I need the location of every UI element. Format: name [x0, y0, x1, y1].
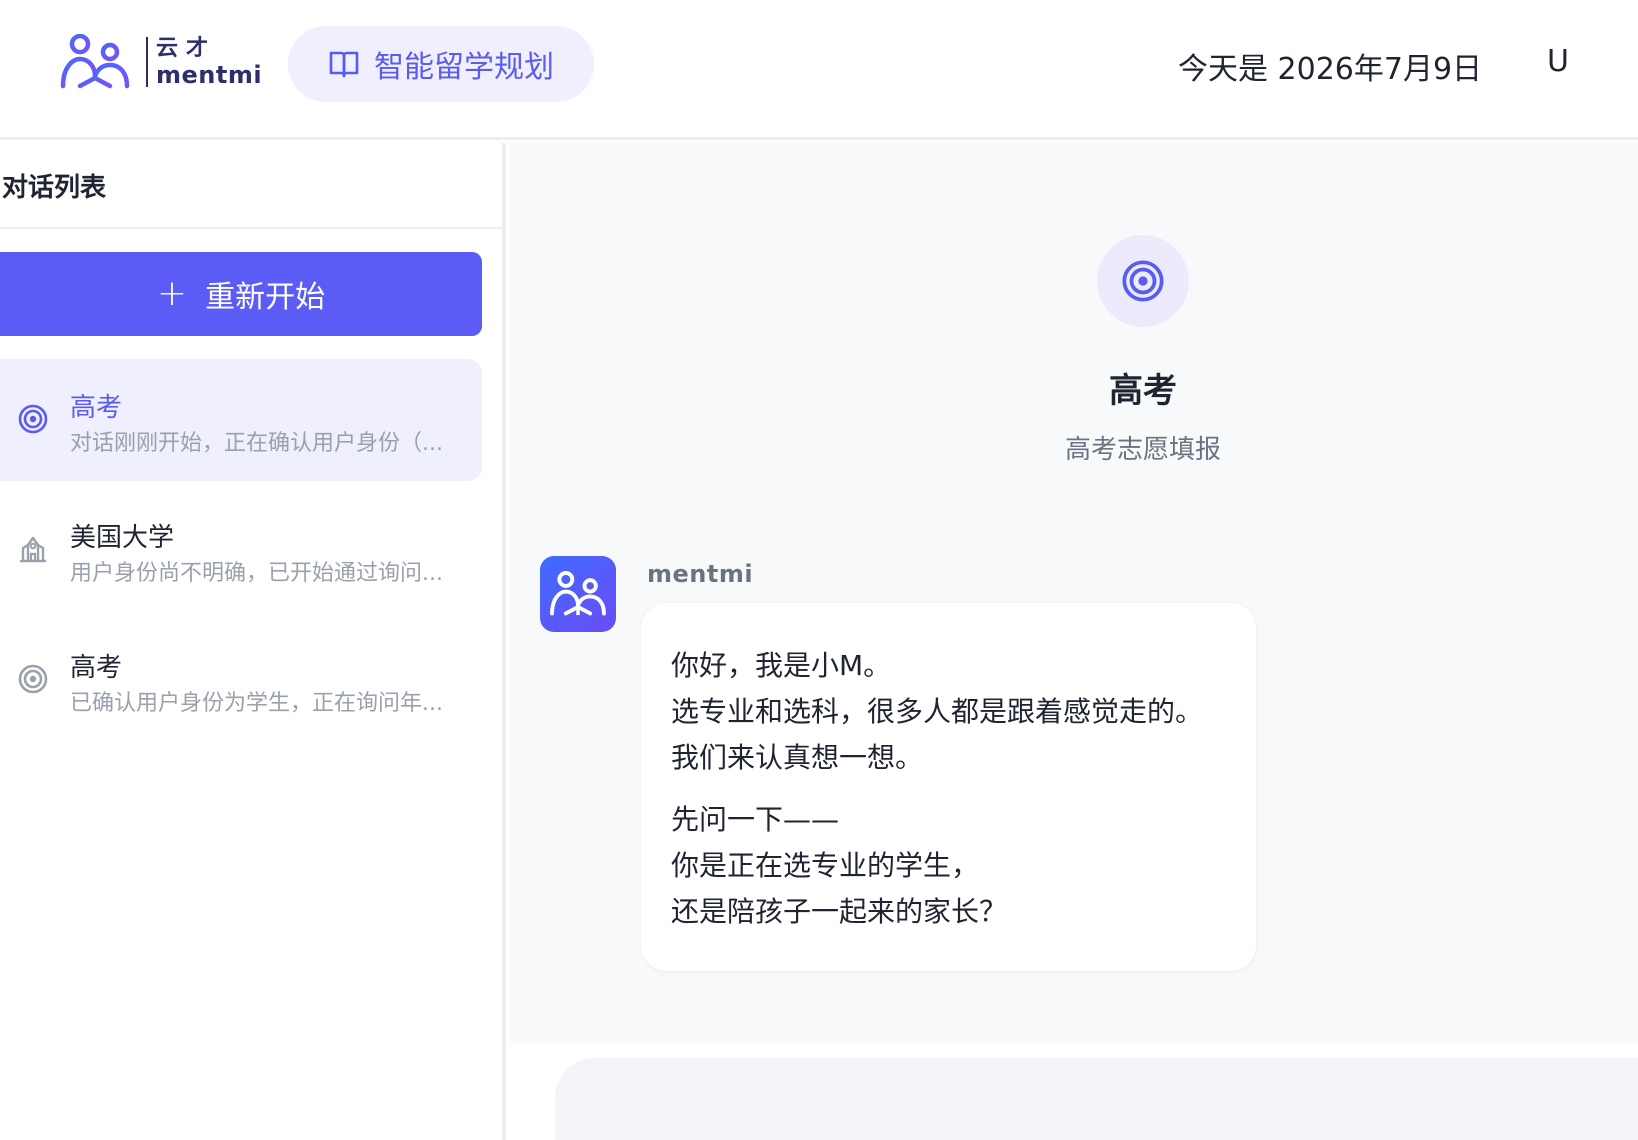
conversation-item-gaokao[interactable]: 高考 对话刚刚开始，正在确认用户身份（...	[0, 359, 482, 481]
conversation-summary: 用户身份尚不明确，已开始通过询问...	[70, 561, 443, 586]
logo-divider	[146, 37, 148, 87]
target-icon	[18, 404, 48, 434]
topic-title: 高考	[1109, 371, 1177, 411]
conversation-item-us-university[interactable]: 美国大学 用户身份尚不明确，已开始通过询问...	[0, 489, 482, 611]
chat-main-panel: 高考 高考志愿填报 mentmi 你好，我是小M。 选专业和选科，很多人都是跟着…	[510, 143, 1638, 1043]
conversation-title: 高考	[70, 393, 123, 423]
brand-logo[interactable]: 云才 mentmi	[58, 34, 262, 90]
conversation-title: 美国大学	[70, 523, 175, 553]
open-book-icon	[328, 49, 360, 79]
logo-cn-text: 云才	[156, 35, 217, 61]
today-date: 今天是 2026年7月9日	[1178, 52, 1483, 87]
message-line: 选专业和选科，很多人都是跟着感觉走的。	[671, 695, 1204, 728]
university-icon	[19, 536, 47, 563]
assistant-message-bubble: 你好，我是小M。 选专业和选科，很多人都是跟着感觉走的。 我们来认真想一想。 先…	[641, 603, 1256, 971]
logo-people-icon	[550, 571, 606, 616]
logo-wordmark: 云才 mentmi	[156, 35, 263, 89]
topic-badge	[1097, 235, 1189, 327]
message-line: 你好，我是小M。	[671, 649, 892, 682]
conversation-sidebar: 对话列表 + 重新开始 高考 对话刚刚开始，正在确认用户身份（... 美国大学 …	[0, 143, 506, 1140]
message-line: 我们来认真想一想。	[671, 741, 924, 774]
topic-subtitle: 高考志愿填报	[1064, 435, 1221, 465]
conversation-summary: 已确认用户身份为学生，正在询问年...	[70, 691, 443, 716]
message-line: 你是正在选专业的学生，	[671, 849, 980, 882]
top-header: 云才 mentmi 智能留学规划 今天是 2026年7月9日 U	[0, 0, 1638, 140]
conversation-summary: 对话刚刚开始，正在确认用户身份（...	[70, 431, 443, 456]
plus-icon: +	[156, 273, 188, 314]
restart-button[interactable]: + 重新开始	[0, 252, 482, 336]
target-icon	[18, 664, 48, 694]
conversation-list-title: 对话列表	[0, 143, 502, 229]
conversation-title: 高考	[70, 653, 123, 683]
user-menu-peek[interactable]: U	[1547, 44, 1569, 79]
message-input-box[interactable]	[555, 1058, 1638, 1140]
logo-people-icon	[60, 34, 130, 89]
target-icon	[1122, 260, 1164, 302]
message-sender: mentmi	[647, 560, 754, 588]
logo-en-text: mentmi	[156, 60, 263, 89]
study-abroad-planning-label: 智能留学规划	[374, 50, 554, 85]
conversation-item-gaokao-2[interactable]: 高考 已确认用户身份为学生，正在询问年...	[0, 619, 482, 741]
message-line: 还是陪孩子一起来的家长？	[671, 895, 1008, 928]
assistant-avatar	[540, 556, 616, 632]
message-line: 先问一下——	[671, 803, 840, 836]
restart-button-label: 重新开始	[205, 280, 326, 315]
study-abroad-planning-button[interactable]: 智能留学规划	[288, 26, 594, 102]
